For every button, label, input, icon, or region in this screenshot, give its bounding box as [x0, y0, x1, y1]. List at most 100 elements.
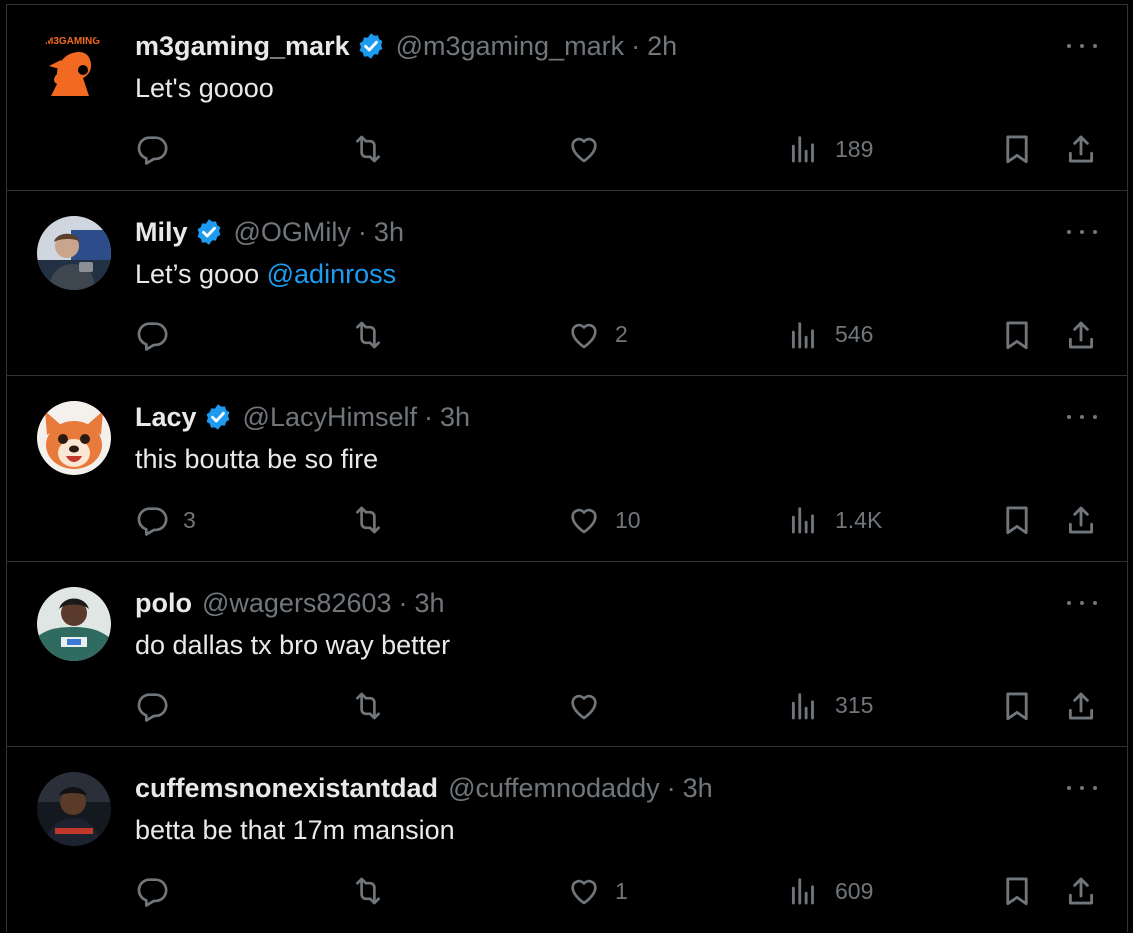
like-button[interactable]: [567, 686, 601, 726]
tweet-text: betta be that 17m mansion: [135, 813, 455, 847]
avatar[interactable]: [37, 401, 111, 476]
timestamp[interactable]: 3h: [440, 400, 470, 434]
views-count: 609: [835, 877, 874, 904]
like-button[interactable]: 1: [567, 871, 628, 911]
tweet[interactable]: cuffemsnonexistantdad @cuffemnodaddy · 3…: [7, 747, 1127, 933]
like-icon: [567, 132, 601, 166]
retweet-icon: [351, 503, 385, 537]
retweet-button[interactable]: [351, 129, 385, 169]
share-button[interactable]: [1064, 500, 1098, 540]
views-button[interactable]: 315: [787, 686, 873, 726]
share-icon: [1064, 503, 1098, 537]
tweet[interactable]: M3GAMING m3gaming_mark @m3gaming_mark · …: [7, 5, 1127, 191]
bookmark-button[interactable]: [1000, 871, 1034, 911]
like-button[interactable]: 2: [567, 315, 628, 355]
verified-badge-icon: [356, 31, 386, 61]
retweet-button[interactable]: [351, 686, 385, 726]
timestamp[interactable]: 3h: [683, 771, 713, 805]
bookmark-button[interactable]: [1000, 686, 1034, 726]
views-button[interactable]: 1.4K: [787, 500, 882, 540]
separator: ·: [398, 587, 408, 618]
bookmark-button[interactable]: [1000, 315, 1034, 355]
author-name[interactable]: m3gaming_mark: [135, 29, 350, 63]
like-button[interactable]: [567, 129, 601, 169]
views-button[interactable]: 609: [787, 871, 873, 911]
separator: ·: [666, 773, 676, 804]
author-handle[interactable]: @wagers82603: [202, 586, 392, 620]
views-icon: [787, 874, 821, 908]
retweet-icon: [351, 318, 385, 352]
like-icon: [567, 318, 601, 352]
tweet-actions: 315: [7, 686, 1127, 726]
views-button[interactable]: 189: [787, 129, 873, 169]
views-count: 315: [835, 692, 874, 719]
author-handle[interactable]: @OGMily: [234, 215, 351, 249]
retweet-icon: [351, 132, 385, 166]
verified-badge-icon: [194, 217, 224, 247]
author-name[interactable]: polo: [135, 586, 192, 620]
tweet-text: Let's goooo: [135, 71, 274, 105]
more-icon[interactable]: [1067, 781, 1097, 795]
tweet-text: this boutta be so fire: [135, 442, 378, 476]
avatar[interactable]: [37, 772, 111, 847]
author-handle[interactable]: @LacyHimself: [243, 400, 417, 434]
avatar[interactable]: [37, 215, 111, 290]
share-icon: [1064, 132, 1098, 166]
mention-link[interactable]: @adinross: [267, 259, 396, 289]
more-icon[interactable]: [1067, 596, 1097, 610]
reply-button[interactable]: 3: [135, 500, 196, 540]
reply-icon: [135, 503, 169, 537]
more-icon[interactable]: [1067, 225, 1097, 239]
share-button[interactable]: [1064, 129, 1098, 169]
author-name[interactable]: Mily: [135, 215, 188, 249]
timestamp[interactable]: 3h: [374, 215, 404, 249]
avatar[interactable]: [37, 586, 111, 661]
reply-icon: [135, 689, 169, 723]
share-button[interactable]: [1064, 315, 1098, 355]
reply-button[interactable]: [135, 871, 169, 911]
tweet[interactable]: Mily @OGMily · 3h Let’s gooo @adinross 2…: [7, 191, 1127, 377]
bookmark-icon: [1000, 132, 1034, 166]
author-name[interactable]: cuffemsnonexistantdad: [135, 771, 438, 805]
separator: ·: [424, 402, 433, 433]
tweet-body: Let's goooo: [135, 73, 274, 103]
bookmark-button[interactable]: [1000, 129, 1034, 169]
views-button[interactable]: 546: [787, 315, 873, 355]
like-icon: [567, 689, 601, 723]
bookmark-icon: [1000, 503, 1034, 537]
reply-button[interactable]: [135, 686, 169, 726]
share-icon: [1064, 874, 1098, 908]
views-icon: [787, 318, 821, 352]
reply-button[interactable]: [135, 315, 169, 355]
tweet-actions: 3 10 1.4K: [7, 500, 1127, 540]
timestamp[interactable]: 3h: [415, 586, 445, 620]
likes-count: 10: [615, 506, 641, 533]
author-handle[interactable]: @m3gaming_mark: [396, 29, 625, 63]
avatar-logo-text: M3GAMING: [45, 36, 100, 47]
tweet[interactable]: Lacy @LacyHimself · 3h this boutta be so…: [7, 376, 1127, 562]
timestamp[interactable]: 2h: [647, 29, 677, 63]
author-name[interactable]: Lacy: [135, 400, 197, 434]
retweet-button[interactable]: [351, 315, 385, 355]
reply-feed: M3GAMING m3gaming_mark @m3gaming_mark · …: [6, 4, 1128, 932]
more-icon[interactable]: [1067, 410, 1097, 424]
replies-count: 3: [183, 506, 196, 533]
views-count: 1.4K: [835, 506, 883, 533]
share-button[interactable]: [1064, 686, 1098, 726]
author-handle[interactable]: @cuffemnodaddy: [448, 771, 660, 805]
views-icon: [787, 503, 821, 537]
tweet-text: do dallas tx bro way better: [135, 628, 450, 662]
tweet[interactable]: polo @wagers82603 · 3h do dallas tx bro …: [7, 562, 1127, 748]
avatar[interactable]: M3GAMING: [37, 30, 111, 104]
tweet-body: this boutta be so fire: [135, 444, 379, 475]
retweet-button[interactable]: [351, 500, 385, 540]
likes-count: 1: [615, 877, 628, 904]
retweet-button[interactable]: [351, 871, 385, 911]
like-button[interactable]: 10: [567, 500, 641, 540]
reply-button[interactable]: [135, 129, 169, 169]
more-icon[interactable]: [1067, 39, 1097, 53]
share-button[interactable]: [1064, 871, 1098, 911]
bookmark-button[interactable]: [1000, 500, 1034, 540]
reply-icon: [135, 318, 169, 352]
likes-count: 2: [615, 321, 628, 348]
